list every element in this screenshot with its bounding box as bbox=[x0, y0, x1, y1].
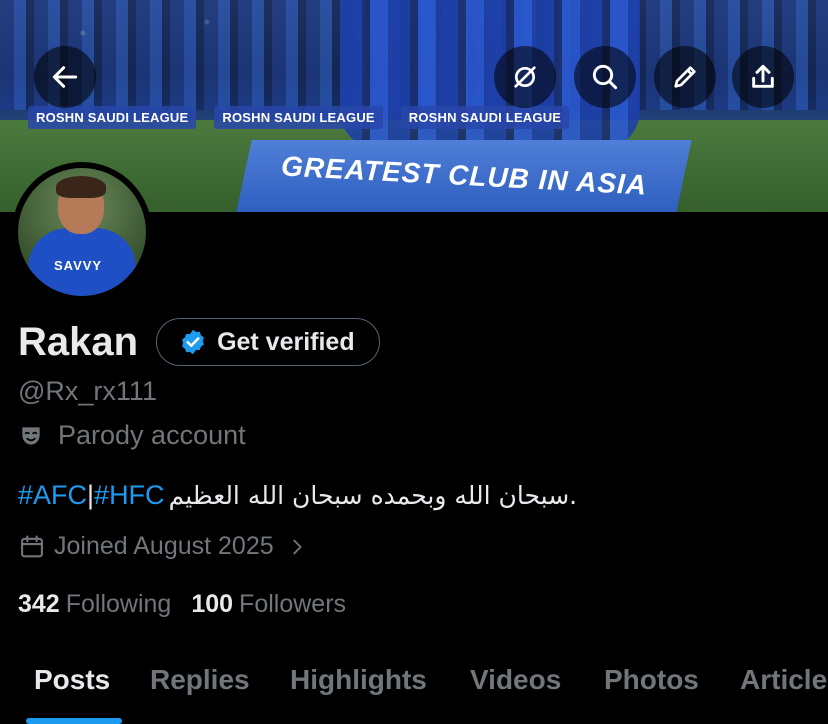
following-count: 342 bbox=[18, 590, 60, 618]
follow-stats: 342 Following 100 Followers bbox=[18, 590, 346, 619]
user-handle: @Rx_rx111 bbox=[18, 376, 157, 406]
tab-articles[interactable]: Articles bbox=[740, 660, 828, 696]
search-icon bbox=[592, 64, 618, 90]
parody-label: Parody account bbox=[18, 420, 246, 451]
slogan-text: GREATEST CLUB IN ASIA bbox=[280, 150, 648, 201]
bio: #AFC | #HFC .سبحان الله وبحمده سبحان الل… bbox=[18, 480, 577, 511]
name-row: Rakan Get verified bbox=[18, 318, 380, 366]
following-label: Following bbox=[65, 590, 172, 618]
tab-videos[interactable]: Videos bbox=[470, 660, 561, 696]
no-sync-icon bbox=[514, 66, 536, 88]
active-tab-indicator bbox=[26, 718, 122, 724]
back-button[interactable] bbox=[34, 46, 96, 108]
pen-icon bbox=[674, 66, 696, 88]
theater-mask-icon bbox=[22, 426, 40, 445]
arrow-left-icon bbox=[52, 66, 78, 88]
hashtag-link[interactable]: #HFC bbox=[94, 480, 165, 511]
profile-tabs: Posts Replies Highlights Videos Photos A… bbox=[0, 660, 828, 724]
parody-text: Parody account bbox=[58, 420, 246, 450]
share-icon bbox=[752, 64, 774, 88]
tab-photos[interactable]: Photos bbox=[604, 660, 699, 696]
slogan-board: GREATEST CLUB IN ASIA bbox=[236, 140, 692, 212]
bio-text: .سبحان الله وبحمده سبحان الله العظيم bbox=[168, 481, 578, 510]
no-sync-button[interactable] bbox=[494, 46, 556, 108]
bio-separator: | bbox=[87, 480, 95, 510]
chevron-right-icon bbox=[292, 539, 302, 554]
avatar-hair bbox=[56, 176, 106, 198]
avatar-sponsor-text: SAVVY bbox=[54, 258, 103, 273]
display-name: Rakan bbox=[18, 319, 139, 364]
followers-link[interactable]: 100 Followers bbox=[191, 590, 346, 619]
league-board: ROSHN SAUDI LEAGUE ROSHN SAUDI LEAGUE RO… bbox=[28, 104, 828, 130]
edit-button[interactable] bbox=[654, 46, 716, 108]
search-button[interactable] bbox=[574, 46, 636, 108]
tab-replies[interactable]: Replies bbox=[150, 660, 250, 696]
get-verified-label: Get verified bbox=[217, 327, 355, 356]
tab-highlights[interactable]: Highlights bbox=[290, 660, 427, 696]
league-text: ROSHN SAUDI LEAGUE bbox=[214, 105, 383, 129]
following-link[interactable]: 342 Following bbox=[18, 590, 171, 619]
get-verified-button[interactable]: Get verified bbox=[156, 318, 380, 366]
followers-count: 100 bbox=[191, 590, 234, 618]
calendar-icon bbox=[21, 534, 43, 557]
share-button[interactable] bbox=[732, 46, 794, 108]
followers-label: Followers bbox=[239, 590, 347, 618]
avatar[interactable]: SAVVY bbox=[12, 162, 152, 302]
hashtag-link[interactable]: #AFC bbox=[18, 480, 87, 511]
joined-text: Joined August 2025 bbox=[54, 532, 274, 560]
league-text: ROSHN SAUDI LEAGUE bbox=[400, 105, 570, 129]
tab-posts[interactable]: Posts bbox=[34, 660, 110, 696]
league-text: ROSHN SAUDI LEAGUE bbox=[28, 105, 197, 129]
joined-date[interactable]: Joined August 2025 bbox=[18, 532, 308, 561]
avatar-image: SAVVY bbox=[18, 168, 146, 296]
verified-badge-icon bbox=[182, 329, 205, 355]
